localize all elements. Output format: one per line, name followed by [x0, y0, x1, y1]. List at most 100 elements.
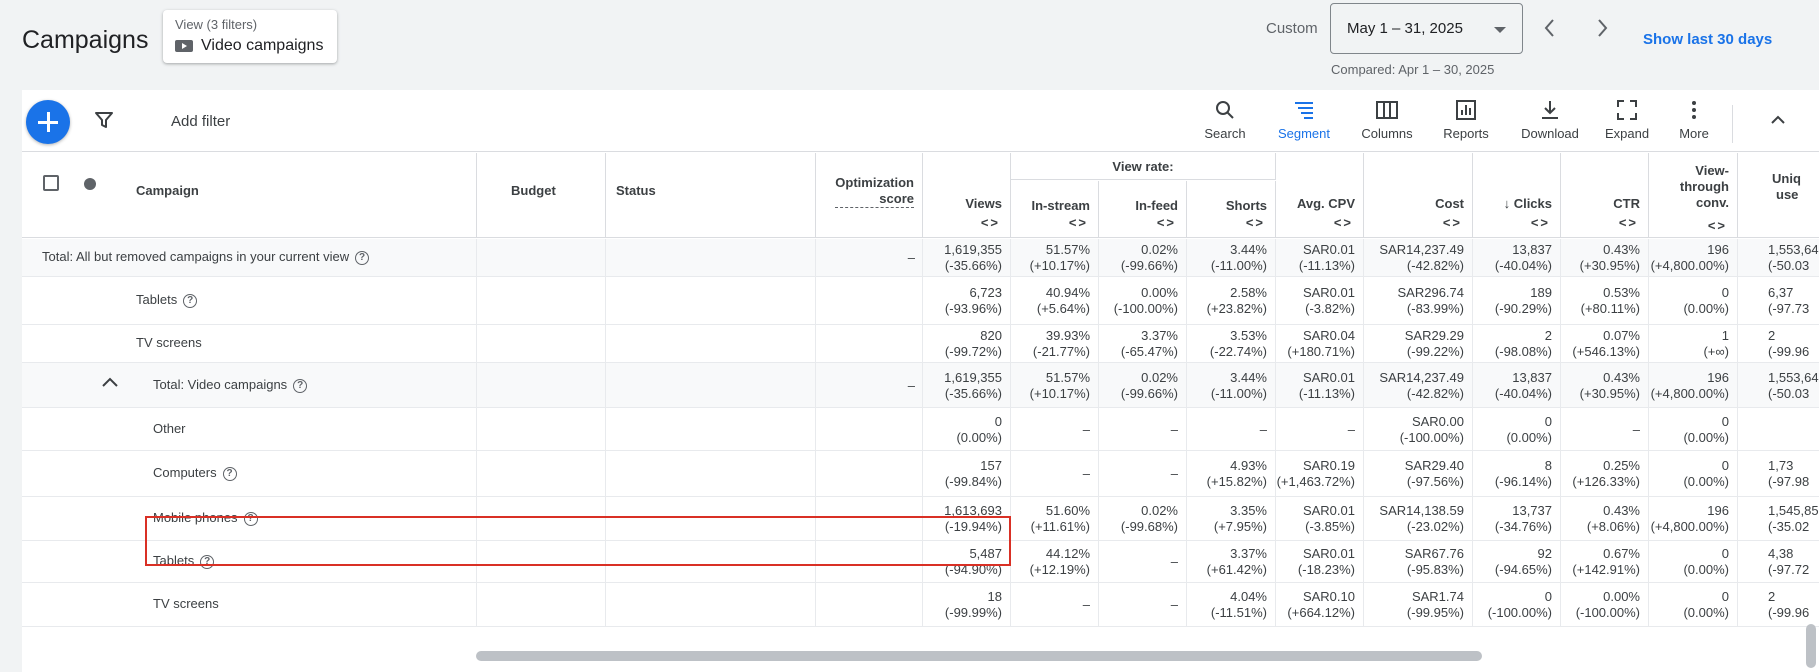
column-status-label: Status [616, 183, 656, 198]
help-icon[interactable]: ? [243, 512, 258, 526]
add-filter-input[interactable]: Add filter [171, 113, 230, 130]
view-selector[interactable]: View (3 filters) Video campaigns [163, 10, 337, 63]
add-campaign-button[interactable] [26, 100, 70, 144]
metric-change: (-90.29%) [1494, 301, 1552, 316]
metric-value: 196 [1707, 503, 1729, 518]
column-ctr[interactable]: CTR <> [1561, 153, 1649, 238]
metric: – [1260, 422, 1267, 438]
metric-value: 8 [1544, 458, 1552, 473]
metric: 189 (-90.29%) [1495, 285, 1552, 317]
chevron-up-icon[interactable] [1764, 108, 1792, 132]
column-budget[interactable]: Budget [477, 153, 606, 238]
metric: 0.02% (-99.68%) [1121, 503, 1178, 535]
chevron-up-icon[interactable] [101, 376, 119, 388]
table-cell [22, 408, 477, 450]
column-views[interactable]: Views <> [923, 153, 1011, 238]
metric-change: (0.00%) [956, 429, 1002, 445]
filter-icon[interactable] [94, 110, 114, 130]
columns-label: Columns [1361, 126, 1413, 141]
date-range-picker[interactable]: May 1 – 31, 2025 [1330, 3, 1523, 54]
download-button[interactable]: Download [1517, 96, 1583, 146]
cell-ctr: 0.07% (+546.13%) [1561, 325, 1649, 362]
metric-change: (-95.83%) [1406, 562, 1464, 577]
expand-button[interactable]: Expand [1602, 96, 1652, 146]
metric-change: (0.00%) [1683, 474, 1729, 489]
page-title: Campaigns [22, 26, 149, 54]
metric-value: 6,37 [1768, 285, 1794, 300]
segment-label: Segment [1277, 126, 1331, 141]
metric: SAR0.01 (-11.13%) [1299, 370, 1355, 402]
metric: 1,553,64 (-50.03 [1768, 370, 1819, 402]
metric: – [1083, 597, 1090, 613]
metric-change: (-65.47%) [1120, 344, 1178, 359]
row-label-text: Other [153, 420, 186, 436]
metric: 1,613,693 (-19.94%) [944, 503, 1002, 535]
column-shorts[interactable]: Shorts <> [1187, 181, 1276, 238]
metric-change: (0.00%) [1683, 301, 1729, 316]
metric-value: 1,553,64 [1768, 369, 1819, 385]
row-label: Tablets? [153, 553, 215, 569]
view-name: Video campaigns [201, 37, 324, 54]
metric: 1,553,64 (-50.03 [1768, 242, 1819, 274]
cell-avgcpv: SAR0.19 (+1,463.72%) [1276, 451, 1364, 496]
metric-change: (-23.02%) [1406, 519, 1464, 534]
metric-value: 3.37% [1141, 328, 1178, 343]
column-in-feed[interactable]: In-feed <> [1099, 181, 1187, 238]
cell-shorts: 3.35% (+7.95%) [1187, 497, 1276, 540]
segment-button[interactable]: Segment [1273, 96, 1335, 146]
table-cell [477, 408, 606, 450]
sort-icon: <> [1245, 215, 1265, 230]
help-icon[interactable]: ? [183, 294, 198, 308]
metric-change: (+10.17%) [1029, 258, 1090, 273]
row-label: TV screens [136, 335, 202, 350]
metric: SAR0.00 (-100.00%) [1400, 414, 1464, 446]
search-button[interactable]: Search [1200, 96, 1250, 146]
column-avg-cpv[interactable]: Avg. CPV <> [1276, 153, 1364, 238]
horizontal-scrollbar[interactable] [476, 651, 1482, 661]
metric-value: 2 [1768, 328, 1776, 343]
metric: 1,619,355 (-35.66%) [944, 370, 1002, 402]
column-view-through-conv[interactable]: View- through conv. <> [1649, 153, 1738, 238]
help-icon[interactable]: ? [293, 378, 308, 393]
column-clicks-label: ↓ Clicks [1503, 196, 1552, 211]
metric-change: (-99.99%) [944, 605, 1002, 620]
metric: 0.43% (+8.06%) [1587, 503, 1640, 535]
column-optimization-score[interactable]: Optimization score [816, 153, 923, 238]
show-last-30-days-link[interactable]: Show last 30 days [1643, 31, 1772, 48]
columns-button[interactable]: Columns [1358, 96, 1416, 146]
column-unique-users[interactable]: Uniq use [1738, 153, 1819, 238]
chevron-right-icon[interactable] [1588, 13, 1616, 43]
cell-avgcpv: SAR0.01 (-3.82%) [1276, 277, 1364, 324]
chevron-left-icon[interactable] [1536, 13, 1564, 43]
help-icon[interactable]: ? [222, 467, 237, 481]
metric: 0 (0.00%) [1683, 546, 1729, 578]
more-button[interactable]: More [1674, 96, 1714, 146]
column-opt-label-2: score [879, 191, 914, 206]
column-campaign[interactable]: Campaign [22, 153, 477, 238]
metric: SAR0.19 (+1,463.72%) [1277, 458, 1355, 490]
cell-cost: SAR1.74 (-99.95%) [1364, 583, 1473, 626]
table-cell [816, 497, 923, 540]
help-icon[interactable]: ? [200, 555, 215, 569]
column-in-stream[interactable]: In-stream <> [1011, 181, 1099, 238]
more-vert-icon [1692, 101, 1696, 119]
cell-vtc: 0 (0.00%) [1649, 408, 1738, 450]
help-icon[interactable]: ? [355, 251, 370, 265]
column-status[interactable]: Status [606, 153, 816, 238]
reports-button[interactable]: Reports [1437, 96, 1495, 146]
metric: 1,545,85 (-35.02 [1768, 503, 1819, 535]
table-cell [606, 497, 816, 540]
metric: SAR0.01 (-3.85%) [1303, 503, 1355, 535]
metric-change: (+180.71%) [1287, 344, 1355, 359]
cell-uniq: 1,545,85 (-35.02 [1738, 497, 1819, 540]
metric-change: (-98.08%) [1494, 344, 1552, 359]
metric-change: (-94.65%) [1494, 562, 1552, 577]
metric-value: SAR0.04 [1302, 328, 1355, 343]
column-cost[interactable]: Cost <> [1364, 153, 1473, 238]
column-clicks[interactable]: ↓ Clicks <> [1473, 153, 1561, 238]
vertical-scrollbar[interactable] [1806, 624, 1816, 668]
metric-change: (+15.82%) [1206, 474, 1267, 489]
metric: 2.58% (+23.82%) [1207, 285, 1267, 317]
cell-instream: 40.94% (+5.64%) [1011, 277, 1099, 324]
metric: 8 (-96.14%) [1495, 458, 1552, 490]
